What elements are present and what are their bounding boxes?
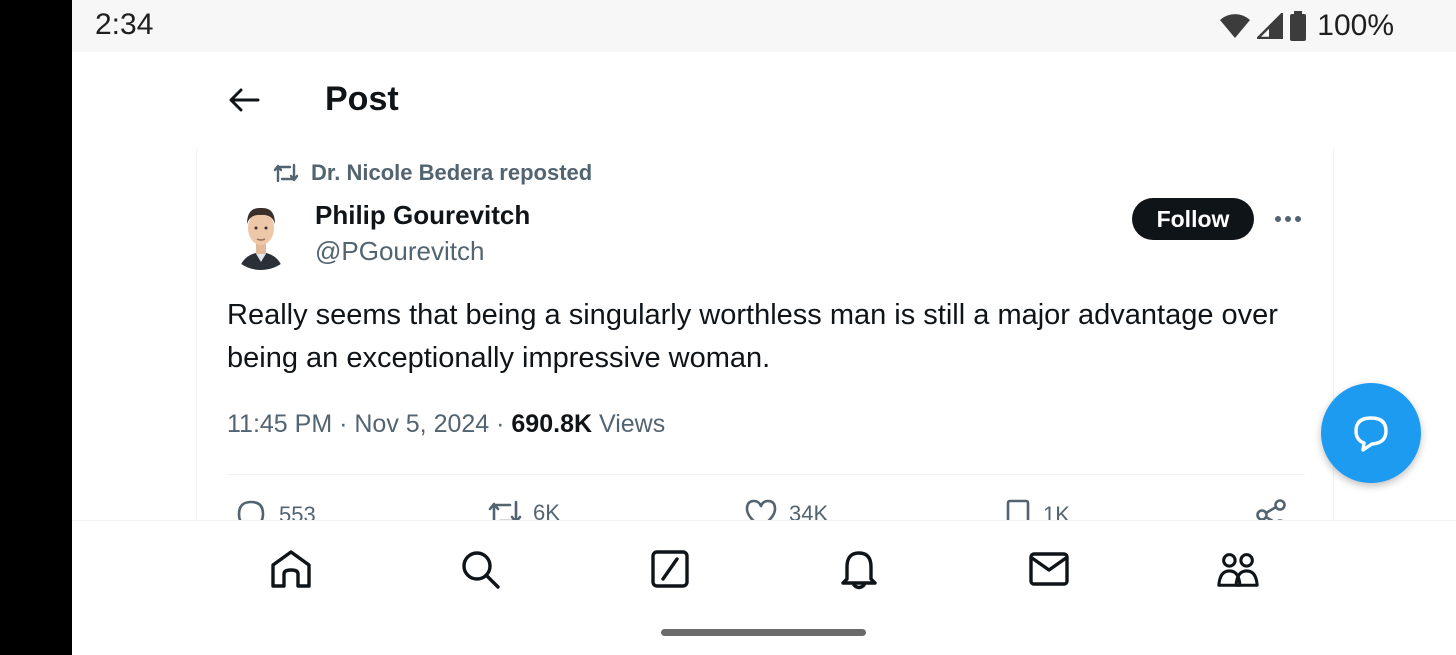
gesture-handle[interactable] <box>661 629 866 636</box>
wifi-icon <box>1220 14 1251 38</box>
nav-messages[interactable] <box>1027 547 1071 591</box>
bottom-nav <box>72 520 1456 655</box>
arrow-left-icon <box>229 88 260 112</box>
back-button[interactable] <box>224 80 264 120</box>
nav-grok[interactable] <box>648 547 692 591</box>
more-options-button[interactable] <box>1271 202 1305 236</box>
follow-button[interactable]: Follow <box>1132 198 1254 240</box>
nav-notifications[interactable] <box>837 547 881 591</box>
post-timestamp: 11:45 PM · Nov 5, 2024 · <box>227 410 512 438</box>
more-horizontal-icon <box>1275 216 1301 222</box>
notifications-icon <box>841 551 877 590</box>
communities-icon <box>1217 553 1259 587</box>
nav-communities[interactable] <box>1216 547 1260 591</box>
messages-icon <box>1029 552 1069 586</box>
views-count[interactable]: 690.8K <box>511 410 592 438</box>
chat-bubble-icon <box>1354 416 1388 452</box>
phone-screen: 2:34 100% Post Dr. Nicole Bedera reposte… <box>72 0 1456 655</box>
post-meta: 11:45 PM · Nov 5, 2024 · 690.8K Views <box>227 410 665 439</box>
repost-indicator[interactable]: Dr. Nicole Bedera reposted <box>273 160 592 186</box>
views-label: Views <box>592 410 666 438</box>
avatar-portrait-icon <box>225 198 297 270</box>
nav-search[interactable] <box>458 547 502 591</box>
grok-icon <box>651 550 689 588</box>
page-title: Post <box>325 80 399 118</box>
nav-home[interactable] <box>269 547 313 591</box>
status-time: 2:34 <box>95 8 154 41</box>
author-handle[interactable]: @PGourevitch <box>315 236 484 267</box>
repost-icon <box>273 163 299 183</box>
post-text: Really seems that being a singularly wor… <box>227 299 1278 374</box>
status-bar: 2:34 100% <box>72 0 1456 52</box>
header: Post <box>72 52 1456 148</box>
divider <box>227 474 1305 475</box>
battery-icon <box>1290 11 1307 41</box>
author-name[interactable]: Philip Gourevitch <box>315 200 530 231</box>
cell-signal-icon <box>1257 13 1284 39</box>
new-post-fab[interactable] <box>1321 383 1421 483</box>
status-icons: 100% <box>1219 8 1394 44</box>
avatar[interactable] <box>225 198 297 270</box>
battery-percent: 100% <box>1317 9 1394 42</box>
repost-label: Dr. Nicole Bedera reposted <box>311 160 593 185</box>
post-card: Dr. Nicole Bedera reposted Philip Gourev… <box>196 148 1334 532</box>
home-icon <box>271 550 311 588</box>
search-icon <box>462 551 500 589</box>
